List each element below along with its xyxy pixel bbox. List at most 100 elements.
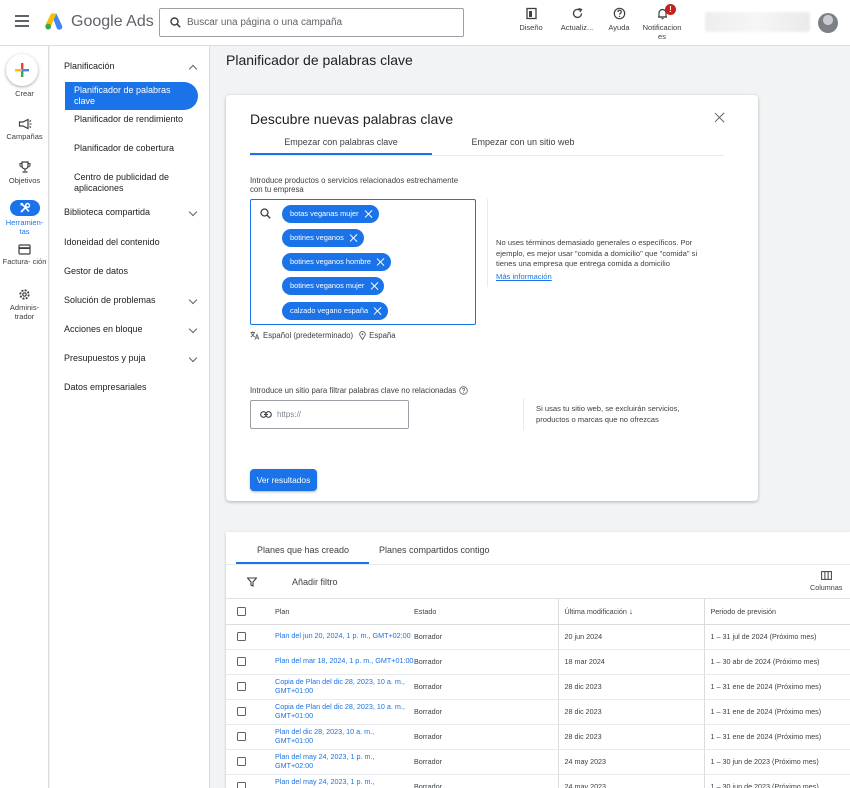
bulk-actions-label: Acciones en bloque xyxy=(64,324,143,334)
nav-item-budgets-bidding[interactable]: Presupuestos y puja xyxy=(64,353,204,364)
megaphone-icon xyxy=(18,118,31,130)
rail-item-tools[interactable]: Herramien- tas xyxy=(0,200,49,236)
keywords-input-box[interactable]: botas veganas mujer botines veganos boti… xyxy=(250,199,476,325)
tab-start-with-keywords[interactable]: Empezar con palabras clave xyxy=(250,137,432,147)
tab-shared-plans[interactable]: Planes compartidos contigo xyxy=(379,545,490,555)
modified-cell: 28 dic 2023 xyxy=(557,724,704,750)
keyword-chip[interactable]: botas veganas mujer xyxy=(282,205,379,223)
account-info[interactable] xyxy=(705,12,810,32)
help-icon[interactable] xyxy=(459,386,469,395)
tab-start-with-website[interactable]: Empezar con un sitio web xyxy=(432,137,614,147)
appearance-button[interactable]: Diseño xyxy=(507,7,555,32)
appearance-icon xyxy=(525,7,537,20)
rail-item-admin[interactable]: Adminis- trador xyxy=(0,288,49,321)
row-checkbox[interactable] xyxy=(237,782,246,788)
nav-item-shared-library[interactable]: Biblioteca compartida xyxy=(64,207,204,218)
plan-link[interactable]: Plan del mar 18, 2024, 1 p. m., GMT+01:0… xyxy=(275,657,414,666)
refresh-button[interactable]: Actualiz... xyxy=(553,7,601,32)
remove-chip-icon[interactable] xyxy=(350,234,358,242)
create-button[interactable] xyxy=(6,54,38,86)
table-row[interactable]: Plan del mar 18, 2024, 1 p. m., GMT+01:0… xyxy=(226,649,850,675)
add-filter-button[interactable]: Añadir filtro xyxy=(292,577,338,587)
remove-chip-icon[interactable] xyxy=(377,258,385,266)
columns-label: Columnas xyxy=(810,583,843,592)
plan-link[interactable]: Plan del may 24, 2023, 1 p. m., GMT+02:0… xyxy=(275,752,414,770)
remove-chip-icon[interactable] xyxy=(374,307,382,315)
col-header-plan[interactable]: Plan xyxy=(264,599,414,625)
refresh-label: Actualiz... xyxy=(560,23,594,32)
filter-icon[interactable] xyxy=(247,577,257,587)
keyword-chip[interactable]: calzado vegano españa xyxy=(282,302,389,320)
close-icon[interactable] xyxy=(714,112,726,124)
nav-item-performance-planner[interactable]: Planificador de rendimiento xyxy=(74,114,194,125)
site-hint: Si usas tu sitio web, se excluirán servi… xyxy=(536,404,680,424)
search-icon xyxy=(170,17,181,28)
table-row[interactable]: Copia de Plan del dic 28, 2023, 10 a. m.… xyxy=(226,699,850,725)
search-box[interactable] xyxy=(159,8,464,37)
tab-my-plans[interactable]: Planes que has creado xyxy=(257,545,349,555)
hamburger-menu-icon[interactable] xyxy=(15,15,29,27)
card-title: Descubre nuevas palabras clave xyxy=(250,111,454,127)
rail-item-campaigns[interactable]: Campañas xyxy=(0,118,49,141)
keyword-chip-label: botas veganas mujer xyxy=(290,209,359,218)
help-button[interactable]: Ayuda xyxy=(595,7,643,32)
google-ads-logo[interactable] xyxy=(44,12,64,30)
nav-item-business-data[interactable]: Datos empresariales xyxy=(64,382,204,393)
keyword-chip[interactable]: botines veganos mujer xyxy=(282,277,385,295)
nav-item-app-advertising-hub[interactable]: Centro de publicidad de aplicaciones xyxy=(74,172,194,194)
site-url-field[interactable] xyxy=(250,400,409,429)
nav-item-troubleshooting[interactable]: Solución de problemas xyxy=(64,295,204,306)
secondary-nav: Planificación xyxy=(50,46,210,788)
rail-item-goals[interactable]: Objetivos xyxy=(0,160,49,185)
columns-button[interactable]: Columnas xyxy=(810,571,842,592)
keyword-chip[interactable]: botines veganos xyxy=(282,229,364,247)
col-header-status[interactable]: Estado xyxy=(414,599,558,625)
row-checkbox[interactable] xyxy=(237,657,246,666)
language-location-row[interactable]: Español (predeterminado) España xyxy=(250,331,396,340)
avatar[interactable] xyxy=(818,13,838,33)
plan-link[interactable]: Copia de Plan del dic 28, 2023, 10 a. m.… xyxy=(275,677,414,695)
col-header-forecast-period[interactable]: Periodo de previsión xyxy=(703,599,850,625)
nav-section-planning[interactable]: Planificación xyxy=(64,61,204,74)
nav-item-content-suitability[interactable]: Idoneidad del contenido xyxy=(64,237,204,248)
row-checkbox[interactable] xyxy=(237,632,246,641)
row-checkbox[interactable] xyxy=(237,757,246,766)
row-checkbox[interactable] xyxy=(237,732,246,741)
table-row[interactable]: Plan del may 24, 2023, 1 p. m., GMT+02:0… xyxy=(226,774,850,788)
plan-link[interactable]: Plan del dic 28, 2023, 10 a. m., GMT+01:… xyxy=(275,727,414,745)
col-header-last-modified[interactable]: Última modificación ↓ xyxy=(557,599,704,625)
nav-item-bulk-actions[interactable]: Acciones en bloque xyxy=(64,324,204,335)
rail-item-billing[interactable]: Factura- ción xyxy=(0,244,49,266)
plan-link[interactable]: Copia de Plan del dic 28, 2023, 10 a. m.… xyxy=(275,702,414,720)
table-row[interactable]: Plan del dic 28, 2023, 10 a. m., GMT+01:… xyxy=(226,724,850,750)
search-input[interactable] xyxy=(187,17,447,28)
table-row[interactable]: Plan del jun 20, 2024, 1 p. m., GMT+02:0… xyxy=(226,624,850,650)
see-results-button[interactable]: Ver resultados xyxy=(250,469,317,491)
plan-link[interactable]: Plan del may 24, 2023, 1 p. m., GMT+02:0… xyxy=(275,777,414,788)
refresh-icon xyxy=(572,7,582,19)
row-checkbox[interactable] xyxy=(237,707,246,716)
table-row[interactable]: Plan del may 24, 2023, 1 p. m., GMT+02:0… xyxy=(226,749,850,775)
more-info-link[interactable]: Más información xyxy=(496,272,552,283)
divider xyxy=(523,398,524,430)
notifications-button[interactable]: ! Notificacion es xyxy=(638,4,686,41)
table-header-row: Plan Estado Última modificación ↓ Period… xyxy=(226,599,850,625)
select-all-checkbox[interactable] xyxy=(237,606,246,616)
location-label: España xyxy=(369,331,396,340)
remove-chip-icon[interactable] xyxy=(370,282,378,290)
row-checkbox[interactable] xyxy=(237,682,246,691)
nav-item-keyword-planner[interactable]: Planificador de palabras clave xyxy=(74,85,194,107)
site-url-input[interactable] xyxy=(277,410,397,419)
modified-cell: 20 jun 2024 xyxy=(557,624,704,650)
billing-icon xyxy=(18,244,31,255)
table-row[interactable]: Copia de Plan del dic 28, 2023, 10 a. m.… xyxy=(226,674,850,700)
products-label: Introduce productos o servicios relacion… xyxy=(250,176,459,194)
plan-link[interactable]: Plan del jun 20, 2024, 1 p. m., GMT+02:0… xyxy=(275,632,414,641)
keyword-chip[interactable]: botines veganos hombre xyxy=(282,253,391,271)
rail-create-label[interactable]: Crear xyxy=(0,89,49,98)
remove-chip-icon[interactable] xyxy=(365,210,373,218)
nav-item-data-manager[interactable]: Gestor de datos xyxy=(64,266,204,277)
data-manager-label: Gestor de datos xyxy=(64,266,129,276)
status-cell: Borrador xyxy=(414,649,558,675)
nav-item-reach-planner[interactable]: Planificador de cobertura xyxy=(74,143,194,154)
